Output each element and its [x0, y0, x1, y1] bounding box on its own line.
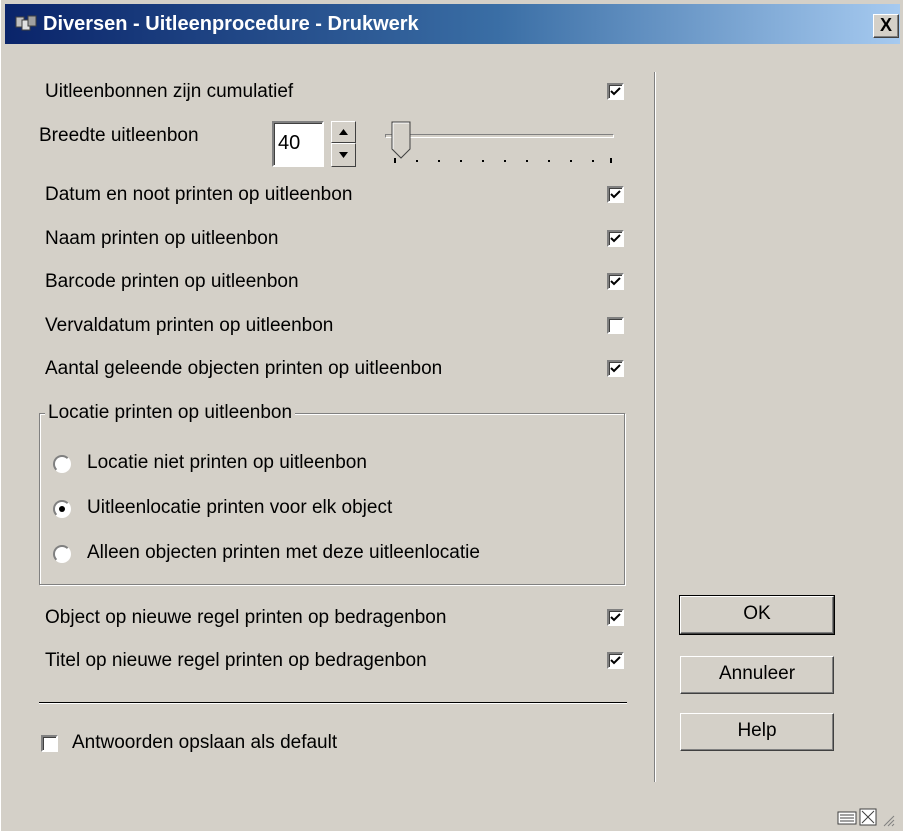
keyboard-icon[interactable] — [837, 811, 857, 825]
arrow-down-icon — [339, 152, 348, 158]
radio-alleen-objecten-label[interactable]: Alleen objecten printen met deze uitleen… — [87, 541, 480, 565]
resize-grip-icon[interactable] — [883, 815, 895, 827]
cumulatief-checkbox[interactable] — [607, 83, 624, 100]
object-bedragenbon-checkbox[interactable] — [607, 609, 624, 626]
app-icon — [15, 15, 37, 31]
check-icon — [610, 277, 621, 286]
check-icon — [610, 364, 621, 373]
help-button[interactable]: Help — [680, 713, 834, 751]
breedte-label: Breedte uitleenbon — [39, 125, 199, 146]
titel-bedragenbon-label: Titel op nieuwe regel printen op bedrage… — [45, 650, 427, 671]
spin-up-button[interactable] — [331, 121, 356, 143]
locatie-group-title: Locatie printen op uitleenbon — [45, 402, 296, 424]
default-label[interactable]: Antwoorden opslaan als default — [72, 731, 337, 755]
aantal-checkbox[interactable] — [607, 360, 624, 377]
check-icon — [610, 613, 621, 622]
breedte-input[interactable]: 40 — [272, 121, 324, 167]
datum-noot-checkbox[interactable] — [607, 186, 624, 203]
dialog-window: Diversen - Uitleenprocedure - Drukwerk X… — [0, 0, 903, 831]
titel-bedragenbon-checkbox[interactable] — [607, 652, 624, 669]
check-icon — [610, 234, 621, 243]
vervaldatum-label: Vervaldatum printen op uitleenbon — [45, 315, 334, 336]
window-title: Diversen - Uitleenprocedure - Drukwerk — [43, 13, 419, 35]
status-icons — [837, 808, 895, 827]
arrow-up-icon — [339, 129, 348, 135]
datum-noot-label: Datum en noot printen op uitleenbon — [45, 184, 353, 205]
breedte-slider-track[interactable] — [385, 134, 614, 138]
close-button[interactable]: X — [873, 14, 899, 38]
check-icon — [610, 656, 621, 665]
separator — [39, 702, 627, 704]
object-bedragenbon-label: Object op nieuwe regel printen op bedrag… — [45, 607, 447, 628]
barcode-checkbox[interactable] — [607, 273, 624, 290]
naam-label: Naam printen op uitleenbon — [45, 228, 279, 249]
breedte-slider-thumb[interactable] — [391, 121, 411, 159]
radio-uitleenlocatie[interactable] — [53, 500, 71, 518]
slider-ticks — [394, 158, 612, 163]
check-icon — [610, 87, 621, 96]
spin-down-button[interactable] — [331, 143, 356, 167]
vervaldatum-checkbox[interactable] — [607, 317, 624, 334]
aantal-label: Aantal geleende objecten printen op uitl… — [45, 358, 443, 379]
default-checkbox[interactable] — [41, 735, 58, 752]
barcode-label: Barcode printen op uitleenbon — [45, 271, 299, 292]
vertical-separator — [654, 72, 656, 782]
radio-locatie-niet[interactable] — [53, 455, 71, 473]
naam-checkbox[interactable] — [607, 230, 624, 247]
check-icon — [610, 190, 621, 199]
radio-uitleenlocatie-label[interactable]: Uitleenlocatie printen voor elk object — [87, 496, 392, 520]
title-bar[interactable]: Diversen - Uitleenprocedure - Drukwerk — [5, 4, 900, 44]
radio-selected-dot — [59, 506, 65, 512]
radio-locatie-niet-label[interactable]: Locatie niet printen op uitleenbon — [87, 451, 367, 475]
cancel-button[interactable]: Annuleer — [680, 656, 834, 694]
radio-alleen-objecten[interactable] — [53, 545, 71, 563]
ok-button[interactable]: OK — [679, 595, 835, 635]
maximize-icon[interactable] — [859, 808, 877, 826]
cumulatief-label: Uitleenbonnen zijn cumulatief — [45, 81, 294, 102]
